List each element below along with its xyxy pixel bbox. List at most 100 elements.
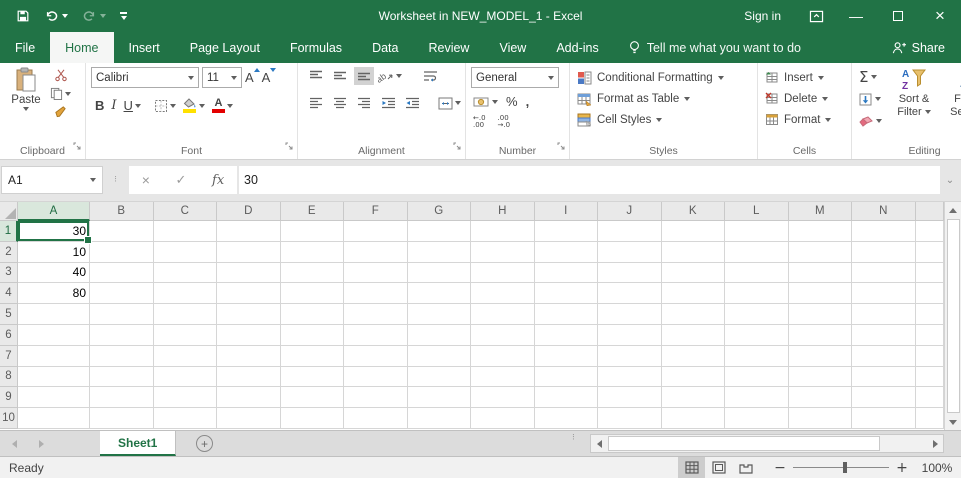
column-header-G[interactable]: G	[407, 202, 471, 221]
scroll-left-button[interactable]	[591, 435, 607, 452]
column-header-H[interactable]: H	[471, 202, 535, 221]
cell-H3[interactable]	[471, 262, 535, 284]
cell-A7[interactable]	[18, 345, 90, 367]
merge-center-button[interactable]	[438, 97, 461, 110]
cell-C10[interactable]	[153, 408, 217, 429]
cell-E2[interactable]	[280, 241, 344, 263]
clipboard-dialog-launcher[interactable]	[73, 138, 82, 156]
column-header-A[interactable]: A	[18, 202, 90, 221]
cell-G5[interactable]	[407, 304, 471, 325]
borders-button[interactable]	[154, 99, 176, 113]
cell-N3[interactable]	[852, 262, 916, 284]
cell-K10[interactable]	[661, 408, 725, 429]
cell-J3[interactable]	[598, 262, 662, 284]
cell-K6[interactable]	[661, 324, 725, 346]
cell-B3[interactable]	[90, 262, 154, 284]
cell-K1[interactable]	[661, 221, 725, 242]
column-header-M[interactable]: M	[788, 202, 852, 221]
cell-C3[interactable]	[153, 262, 217, 284]
horizontal-scroll-thumb[interactable]	[608, 436, 880, 451]
column-header-B[interactable]: B	[90, 202, 154, 221]
cell-D10[interactable]	[217, 408, 281, 429]
minimize-button[interactable]: —	[835, 0, 877, 32]
cell-C9[interactable]	[153, 387, 217, 409]
font-color-dropdown-icon[interactable]	[226, 103, 233, 108]
share-button[interactable]: Share	[875, 32, 961, 63]
cell-I1[interactable]	[534, 221, 598, 242]
normal-view-button[interactable]	[678, 457, 705, 478]
tab-formulas[interactable]: Formulas	[275, 32, 357, 63]
tab-review[interactable]: Review	[413, 32, 484, 63]
cell-C5[interactable]	[153, 304, 217, 325]
wrap-text-button[interactable]	[420, 67, 440, 85]
tab-page-layout[interactable]: Page Layout	[175, 32, 275, 63]
cell-D4[interactable]	[217, 283, 281, 305]
cell-H9[interactable]	[471, 387, 535, 409]
clear-button[interactable]	[859, 112, 882, 130]
cell-F3[interactable]	[344, 262, 408, 284]
font-color-button[interactable]: A	[211, 97, 233, 113]
row-header-6[interactable]: 6	[0, 324, 18, 346]
cell-I4[interactable]	[534, 283, 598, 305]
cell-H5[interactable]	[471, 304, 535, 325]
redo-dropdown-icon[interactable]	[100, 14, 106, 18]
cell-B4[interactable]	[90, 283, 154, 305]
conditional-formatting-button[interactable]: Conditional Formatting	[575, 67, 754, 88]
font-dialog-launcher[interactable]	[285, 138, 294, 156]
cell-G7[interactable]	[407, 345, 471, 367]
insert-function-button[interactable]: fx	[212, 173, 224, 188]
cell-I2[interactable]	[534, 241, 598, 263]
cell-A6[interactable]	[18, 324, 90, 346]
orientation-button[interactable]: ab	[378, 69, 402, 83]
cell-A8[interactable]	[18, 366, 90, 388]
maximize-button[interactable]	[877, 0, 919, 32]
cell-H1[interactable]	[471, 221, 535, 242]
cell-M1[interactable]	[788, 221, 852, 242]
cell-D9[interactable]	[217, 387, 281, 409]
cell-L9[interactable]	[725, 387, 789, 409]
cell-M2[interactable]	[788, 241, 852, 263]
cell-K4[interactable]	[661, 283, 725, 305]
cell-L6[interactable]	[725, 324, 789, 346]
row-header-7[interactable]: 7	[0, 345, 18, 367]
cell-J5[interactable]	[598, 304, 662, 325]
page-break-preview-button[interactable]	[732, 457, 759, 478]
cell-A5[interactable]	[18, 304, 90, 325]
cell-E6[interactable]	[280, 324, 344, 346]
cell-E10[interactable]	[280, 408, 344, 429]
cell-E3[interactable]	[280, 262, 344, 284]
font-name-combo[interactable]: Calibri	[91, 67, 199, 88]
paste-dropdown-icon[interactable]	[23, 107, 29, 111]
cell-N7[interactable]	[852, 345, 916, 367]
cell-M10[interactable]	[788, 408, 852, 429]
italic-button[interactable]: I	[111, 98, 116, 113]
cell-F5[interactable]	[344, 304, 408, 325]
cell-M3[interactable]	[788, 262, 852, 284]
insert-cells-button[interactable]: Insert	[763, 67, 848, 88]
find-select-button[interactable]: Find & Select	[946, 67, 961, 130]
borders-dropdown-icon[interactable]	[169, 103, 176, 108]
cell-L10[interactable]	[725, 408, 789, 429]
cell-A1[interactable]: 30	[18, 221, 92, 244]
name-box[interactable]: A1	[1, 166, 103, 194]
column-header-K[interactable]: K	[661, 202, 725, 221]
previous-sheet-button[interactable]	[12, 439, 17, 448]
cell-G2[interactable]	[407, 241, 471, 263]
cell-J9[interactable]	[598, 387, 662, 409]
fill-button[interactable]	[859, 90, 882, 108]
delete-cells-button[interactable]: Delete	[763, 88, 848, 109]
cell-M7[interactable]	[788, 345, 852, 367]
undo-dropdown-icon[interactable]	[62, 14, 68, 18]
zoom-slider[interactable]	[793, 461, 889, 474]
cell-A2[interactable]: 10	[18, 241, 90, 263]
underline-button[interactable]: U	[124, 98, 141, 113]
cell-K9[interactable]	[661, 387, 725, 409]
column-header-C[interactable]: C	[153, 202, 217, 221]
cell-H8[interactable]	[471, 366, 535, 388]
page-layout-view-button[interactable]	[705, 457, 732, 478]
cell-I3[interactable]	[534, 262, 598, 284]
merge-center-dropdown-icon[interactable]	[455, 101, 461, 105]
decrease-decimal-button[interactable]: .00 →.0	[498, 115, 511, 129]
cell-styles-button[interactable]: Cell Styles	[575, 109, 754, 130]
redo-button[interactable]	[76, 3, 112, 29]
